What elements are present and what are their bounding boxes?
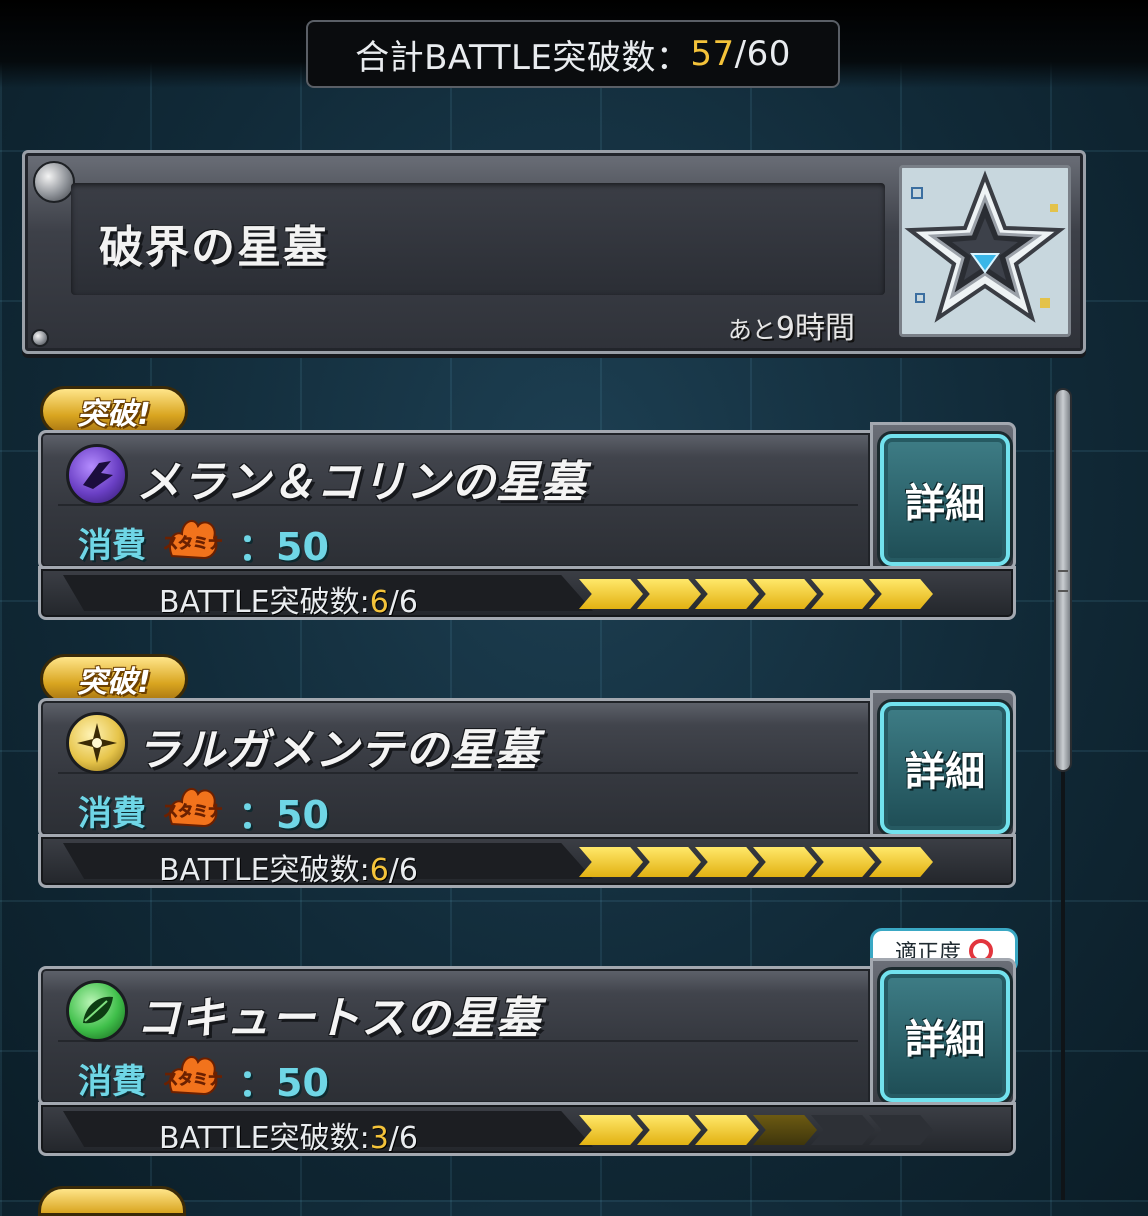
light-element-icon — [66, 712, 128, 774]
stamina-icon: スタミナ — [163, 512, 223, 562]
progress-chevron — [811, 847, 875, 877]
progress-text: BATTLE突破数: — [159, 585, 370, 620]
rivet-icon — [33, 161, 75, 203]
stamina-label: スタミナ — [164, 1070, 222, 1088]
progress-current: 6 — [369, 853, 389, 888]
scroll-track — [1061, 770, 1065, 1200]
progress-chevron — [637, 579, 701, 609]
cost-label: 消費 — [78, 794, 146, 834]
detail-button[interactable]: 詳細 — [880, 434, 1010, 566]
progress-label: BATTLE突破数:6/6 — [159, 845, 418, 889]
cost-label: 消費 — [78, 526, 146, 566]
detail-button[interactable]: 詳細 — [880, 702, 1010, 834]
cost-value: ：50 — [238, 793, 329, 837]
progress-chevrons — [579, 847, 933, 879]
next-card-badge — [38, 1186, 186, 1216]
progress-chevron — [695, 579, 759, 609]
progress-chevron — [695, 1115, 759, 1145]
progress-total: /6 — [388, 585, 418, 620]
page-title: 破界の星墓 — [99, 222, 329, 273]
progress-chevron — [579, 579, 643, 609]
dark-element-icon — [66, 444, 128, 506]
progress-chevron — [579, 1115, 643, 1145]
progress-total: /6 — [388, 853, 418, 888]
progress-chevrons — [579, 579, 933, 611]
scrollbar-grip-icon[interactable] — [1058, 570, 1068, 592]
battle-progress-bar: BATTLE突破数:6/6 — [38, 834, 1016, 888]
star-emblem-icon — [902, 168, 1068, 334]
progress-label: BATTLE突破数:3/6 — [159, 1113, 418, 1157]
progress-chevron — [753, 1115, 817, 1145]
progress-current: 3 — [369, 1121, 389, 1156]
progress-chevron — [869, 1115, 933, 1145]
stamina-label: スタミナ — [164, 802, 222, 820]
time-remaining: あと9時間 — [728, 303, 855, 347]
progress-chevron — [695, 847, 759, 877]
progress-chevron — [811, 579, 875, 609]
star-emblem-image — [899, 165, 1071, 337]
quest-name: コキュートスの星墓 — [136, 993, 541, 1044]
wood-element-icon — [66, 980, 128, 1042]
progress-text: BATTLE突破数: — [159, 853, 370, 888]
detail-button[interactable]: 詳細 — [880, 970, 1010, 1102]
time-value: 9時間 — [775, 311, 855, 346]
progress-total: /6 — [388, 1121, 418, 1156]
progress-chevron — [869, 847, 933, 877]
progress-chevron — [869, 579, 933, 609]
total-breakthrough-counter: 合計BATTLE突破数： 57 / 60 — [306, 20, 840, 88]
cost-value: ：50 — [238, 525, 329, 569]
cost-value: ：50 — [238, 1061, 329, 1105]
total-max: 60 — [746, 34, 791, 74]
event-header-card: 破界の星墓 あと9時間 — [22, 150, 1086, 354]
total-separator: / — [734, 34, 747, 74]
stamina-icon: スタミナ — [163, 1048, 223, 1098]
progress-chevron — [753, 847, 817, 877]
progress-chevron — [637, 847, 701, 877]
rivet-icon — [31, 329, 49, 347]
progress-chevron — [637, 1115, 701, 1145]
quest-card[interactable]: ラルガメンテの星墓 消費 スタミナ ：50 詳細 BATTLE突破数:6/6 — [38, 690, 1016, 888]
progress-chevron — [811, 1115, 875, 1145]
quest-card[interactable]: メラン＆コリンの星墓 消費 スタミナ ：50 詳細 BATTLE突破数:6/6 — [38, 422, 1016, 620]
quest-name: ラルガメンテの星墓 — [136, 725, 540, 776]
progress-label: BATTLE突破数:6/6 — [159, 577, 418, 621]
battle-progress-bar: BATTLE突破数:3/6 — [38, 1102, 1016, 1156]
progress-chevron — [753, 579, 817, 609]
cost-label: 消費 — [78, 1062, 146, 1102]
quest-name: メラン＆コリンの星墓 — [136, 457, 586, 508]
time-prefix: あと — [727, 316, 776, 344]
stamina-label: スタミナ — [164, 534, 222, 552]
breakthrough-badge: 突破! — [40, 386, 188, 436]
progress-chevrons — [579, 1115, 933, 1147]
quest-card[interactable]: コキュートスの星墓 消費 スタミナ ：50 詳細 BATTLE突破数:3/6 — [38, 958, 1016, 1156]
total-current: 57 — [690, 34, 735, 74]
progress-chevron — [579, 847, 643, 877]
total-label: 合計BATTLE突破数： — [355, 37, 691, 78]
battle-progress-bar: BATTLE突破数:6/6 — [38, 566, 1016, 620]
progress-text: BATTLE突破数: — [159, 1121, 370, 1156]
breakthrough-badge: 突破! — [40, 654, 188, 704]
progress-current: 6 — [369, 585, 389, 620]
stamina-icon: スタミナ — [163, 780, 223, 830]
